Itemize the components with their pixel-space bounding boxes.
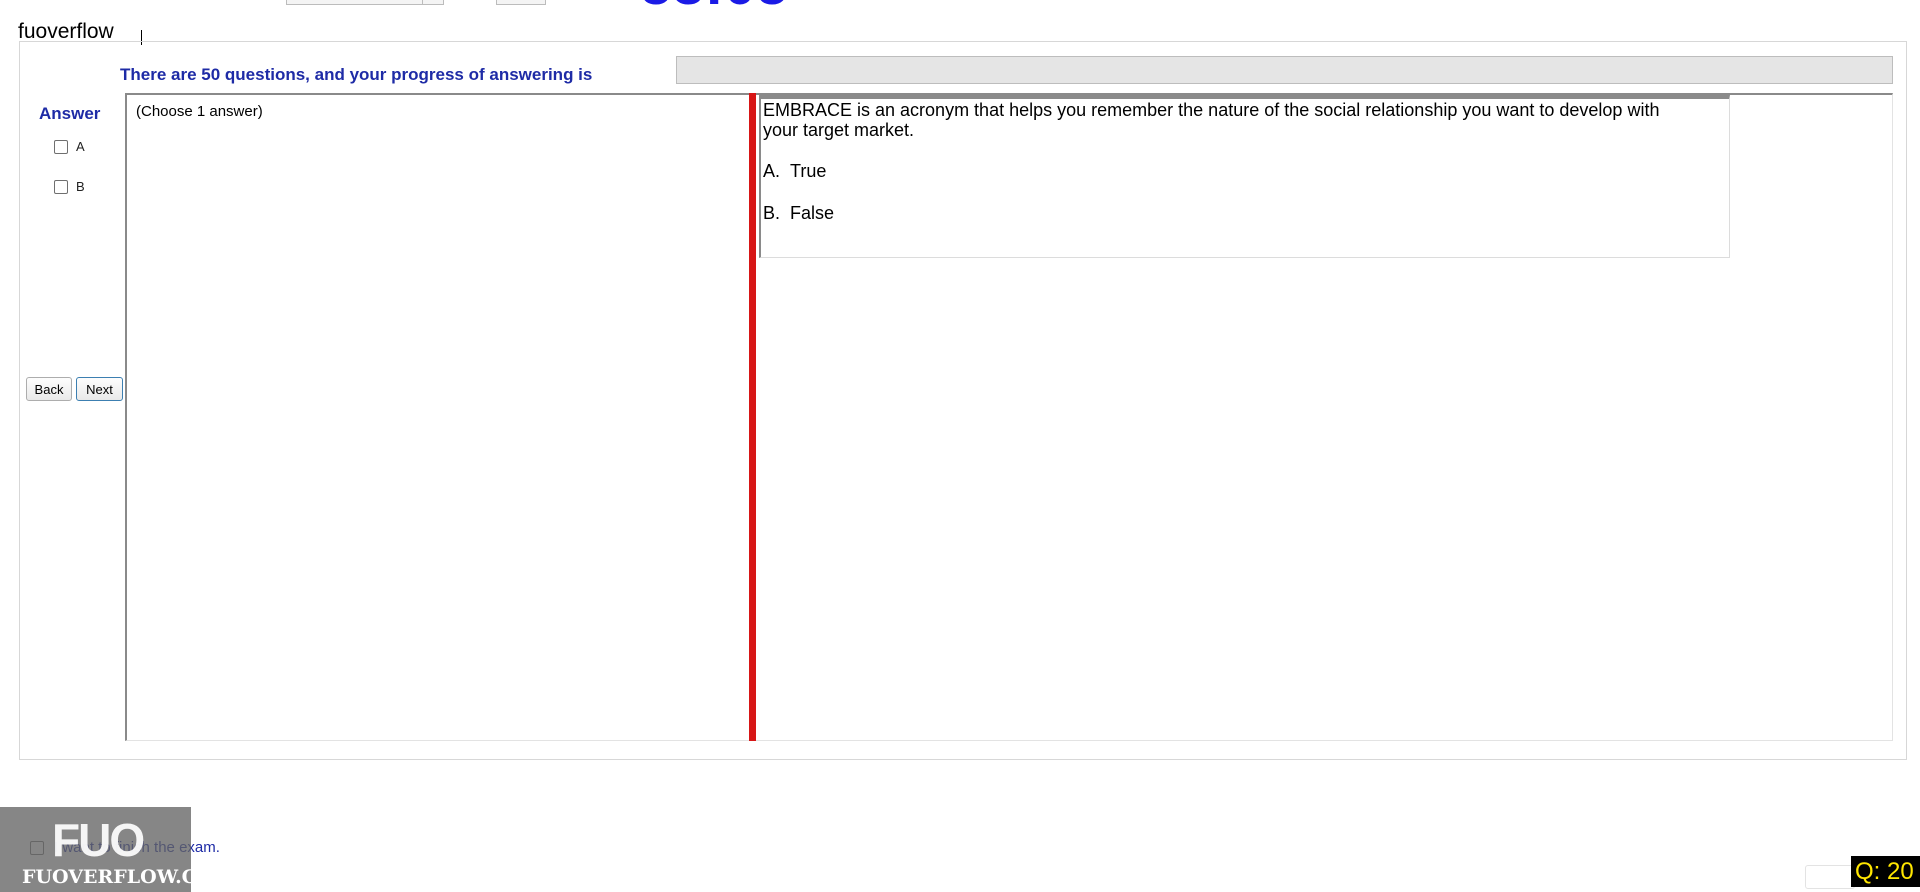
answer-checkbox-a[interactable] xyxy=(54,139,68,154)
progress-bar xyxy=(676,56,1893,84)
pane-splitter[interactable] xyxy=(749,93,756,741)
question-option-a: A. True xyxy=(763,161,826,182)
answer-option-a-label: A xyxy=(76,139,85,154)
next-button[interactable]: Next xyxy=(76,377,123,401)
answer-checkbox-b[interactable] xyxy=(54,179,68,194)
bottom-input-field[interactable] xyxy=(1805,865,1855,889)
answer-option-b[interactable]: B xyxy=(54,179,85,194)
choose-instruction: (Choose 1 answer) xyxy=(136,103,263,120)
top-small-field[interactable] xyxy=(496,0,546,5)
progress-label: There are 50 questions, and your progres… xyxy=(120,65,593,84)
timer-display: 53:05 xyxy=(640,0,830,14)
fuoverflow-logo: FUO FUOVERFLOW.COM xyxy=(0,807,234,892)
timer-text: 53:05 xyxy=(640,0,788,14)
question-option-b: B. False xyxy=(763,203,834,224)
instruction-pane xyxy=(125,93,750,741)
question-option-b-text: False xyxy=(790,203,835,223)
question-text: EMBRACE is an acronym that helps you rem… xyxy=(763,100,1660,140)
answer-heading: Answer xyxy=(39,104,101,123)
question-option-a-letter: A. xyxy=(763,161,781,181)
top-input-dropdown-button[interactable] xyxy=(422,0,443,4)
back-button[interactable]: Back xyxy=(26,377,72,401)
answer-option-a[interactable]: A xyxy=(54,139,85,154)
question-option-a-text: True xyxy=(790,161,827,181)
answer-option-b-label: B xyxy=(76,179,85,194)
question-option-b-letter: B. xyxy=(763,203,781,223)
logo-mark: FUO xyxy=(52,814,145,866)
question-counter: Q: 20 xyxy=(1851,856,1920,887)
logo-text: FUOVERFLOW.COM xyxy=(22,866,235,888)
top-input-field[interactable] xyxy=(286,0,444,5)
